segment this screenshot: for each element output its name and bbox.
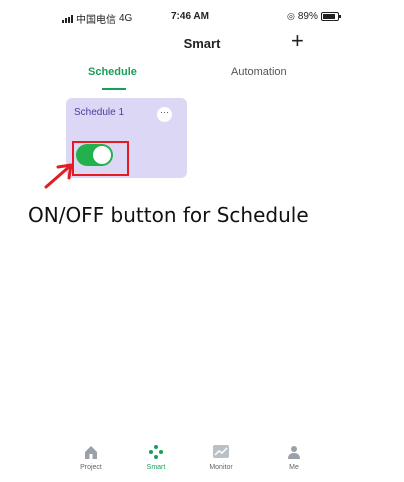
nav-smart-label: Smart (146, 464, 166, 471)
status-bar: 中国电信 4G 7:46 AM ◎ 89% (0, 8, 404, 26)
alarm-icon: ◎ (287, 11, 295, 21)
battery-icon (320, 12, 341, 21)
bottom-nav: Project Smart Monitor Me (0, 440, 404, 482)
schedule-title: Schedule 1 (74, 107, 125, 118)
tab-underline (102, 88, 126, 90)
annotation-arrow-icon (44, 163, 73, 189)
carrier-label: 中国电信 (76, 15, 116, 26)
tab-schedule-label: Schedule (88, 66, 137, 78)
smart-dots-icon (149, 445, 163, 459)
nav-me[interactable]: Me (264, 440, 324, 471)
battery-group: ◎ 89% (287, 11, 341, 22)
add-button[interactable]: + (291, 30, 304, 52)
person-icon (288, 446, 300, 459)
nav-monitor-label: Monitor (209, 464, 233, 471)
status-time: 7:46 AM (171, 11, 209, 22)
highlight-box (72, 141, 129, 176)
battery-percent: 89% (297, 11, 318, 22)
more-options-button[interactable]: ··· (157, 107, 172, 122)
page-title: Smart (183, 36, 221, 51)
tab-automation-label: Automation (231, 66, 287, 78)
signal-group: 中国电信 4G (62, 11, 132, 26)
tab-schedule[interactable]: Schedule (88, 66, 137, 92)
tab-bar: Schedule Automation (66, 66, 346, 96)
home-icon (85, 446, 97, 459)
annotation-text: ON/OFF button for Schedule (28, 203, 309, 227)
nav-project-label: Project (80, 464, 102, 471)
nav-project[interactable]: Project (61, 440, 121, 471)
network-label: 4G (119, 13, 133, 24)
nav-me-label: Me (289, 464, 299, 471)
tab-automation[interactable]: Automation (231, 66, 287, 92)
nav-smart[interactable]: Smart (126, 440, 186, 471)
signal-bars-icon (62, 14, 73, 23)
nav-monitor[interactable]: Monitor (191, 440, 251, 471)
monitor-chart-icon (213, 445, 229, 458)
